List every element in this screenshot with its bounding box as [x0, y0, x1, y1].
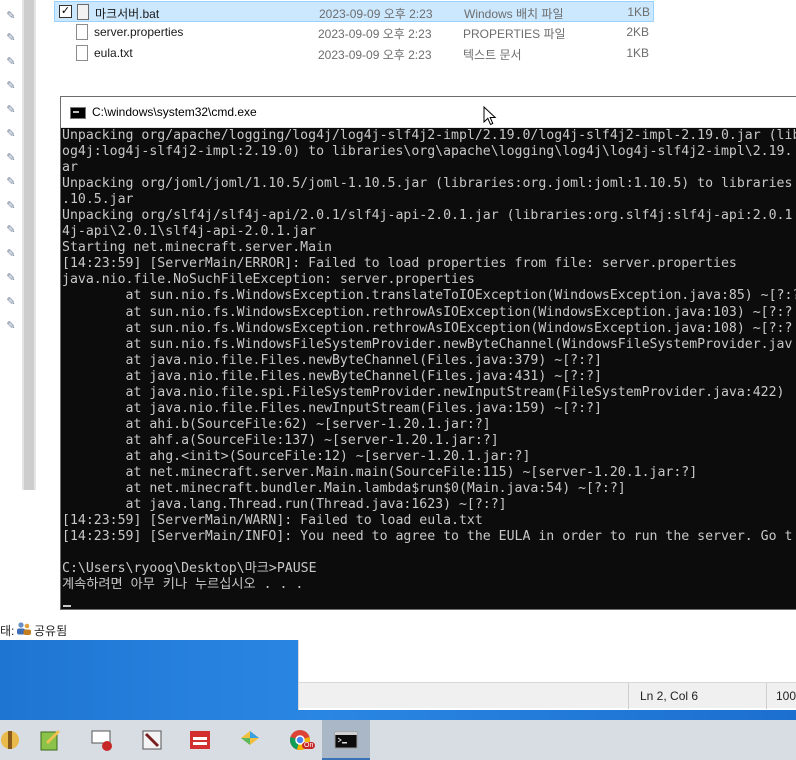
profile-badge: On: [302, 742, 316, 749]
file-size: 1KB: [626, 46, 649, 60]
console-line: at sun.nio.fs.WindowsException.rethrowAs…: [62, 320, 793, 336]
pin-icon[interactable]: ✎: [5, 176, 17, 188]
console-line: ar: [62, 160, 78, 176]
console-line: at ahf.a(SourceFile:137) ~[server-1.20.1…: [62, 432, 499, 448]
console-output[interactable]: Unpacking org/apache/logging/log4j/log4j…: [61, 128, 796, 608]
console-line: at java.nio.file.Files.newByteChannel(Fi…: [62, 352, 602, 368]
pin-icon[interactable]: ✎: [5, 272, 17, 284]
console-line: at net.minecraft.bundler.Main.lambda$run…: [62, 481, 626, 497]
zoom-level: 100: [776, 689, 796, 703]
console-line: at java.nio.file.Files.newByteChannel(Fi…: [62, 368, 602, 384]
console-line: at ahi.b(SourceFile:62) ~[server-1.20.1.…: [62, 416, 491, 432]
console-line: Unpacking org/slf4j/slf4j-api/2.0.1/slf4…: [62, 208, 793, 224]
text-file-icon: [76, 45, 88, 61]
console-line: [14:23:59] [ServerMain/WARN]: Failed to …: [62, 513, 483, 529]
pin-icon[interactable]: ✎: [5, 56, 17, 68]
file-name: 마크서버.bat: [95, 7, 160, 21]
sharing-status: 공유됨: [34, 624, 68, 638]
file-row-server-properties[interactable]: server.properties 2023-09-09 오후 2:23 PRO…: [54, 22, 654, 43]
taskbar-item-red-app[interactable]: [176, 720, 224, 760]
console-line: at sun.nio.fs.WindowsException.translate…: [62, 288, 796, 304]
pin-icon[interactable]: ✎: [5, 248, 17, 260]
pin-icon[interactable]: ✎: [5, 152, 17, 164]
file-select-checkbox[interactable]: ✓: [59, 5, 72, 18]
screen-recorder-icon: [91, 730, 112, 751]
notepad-plus-icon: [40, 730, 60, 751]
console-line: at java.lang.Thread.run(Thread.java:1623…: [62, 497, 507, 513]
taskbar-item-screen-recorder[interactable]: [78, 720, 126, 760]
file-type: Windows 배치 파일: [464, 7, 564, 21]
file-date: 2023-09-09 오후 2:23: [319, 7, 433, 21]
notepad-status-bar: Ln 2, Col 6 100: [299, 682, 796, 709]
window-title: C:\windows\system32\cmd.exe: [92, 105, 257, 119]
pin-icon[interactable]: ✎: [5, 224, 17, 236]
cmd-titlebar[interactable]: C:\windows\system32\cmd.exe: [61, 97, 796, 128]
pin-icon[interactable]: ✎: [5, 104, 17, 116]
taskbar-item-paint-tool[interactable]: [128, 720, 176, 760]
windows-logo-icon: [241, 731, 259, 745]
taskbar-item-windows-logo[interactable]: [226, 720, 274, 760]
file-type: PROPERTIES 파일: [463, 27, 566, 41]
pin-icon[interactable]: ✎: [5, 200, 17, 212]
console-line: at sun.nio.fs.WindowsFileSystemProvider.…: [62, 336, 793, 352]
batch-file-icon: [77, 4, 89, 20]
red-app-icon: [190, 731, 210, 749]
file-name: eula.txt: [94, 46, 133, 60]
file-date: 2023-09-09 오후 2:23: [318, 27, 432, 41]
console-line: at net.minecraft.server.Main.main(Source…: [62, 464, 698, 480]
console-line: 4j-api\2.0.1\slf4j-api-2.0.1.jar: [62, 224, 317, 240]
console-line: [14:23:59] [ServerMain/ERROR]: Failed to…: [62, 256, 737, 272]
status-label: 태:: [0, 624, 15, 638]
taskbar-item-notepad-plus[interactable]: [26, 720, 74, 760]
setup-wizard-icon: [1, 731, 19, 749]
pin-icon[interactable]: ✎: [5, 32, 17, 44]
pin-icon[interactable]: ✎: [5, 296, 17, 308]
pin-icon[interactable]: ✎: [5, 80, 17, 92]
console-line: at java.nio.file.Files.newInputStream(Fi…: [62, 400, 602, 416]
console-line: .10.5.jar: [62, 192, 134, 208]
file-size: 2KB: [626, 25, 649, 39]
console-line: java.nio.file.NoSuchFileException: serve…: [62, 272, 475, 288]
paint-tool-icon: [142, 730, 162, 750]
console-line: at ahg.<init>(SourceFile:12) ~[server-1.…: [62, 448, 531, 464]
quick-access-pane: ✎ ✎ ✎ ✎ ✎ ✎ ✎ ✎ ✎ ✎ ✎ ✎ ✎ ✎: [0, 0, 22, 500]
file-row-eula[interactable]: eula.txt 2023-09-09 오후 2:23 텍스트 문서 1KB: [54, 43, 654, 64]
file-type: 텍스트 문서: [463, 48, 522, 62]
console-line: at java.nio.file.spi.FileSystemProvider.…: [62, 384, 785, 400]
console-line: Unpacking org/apache/logging/log4j/log4j…: [62, 128, 796, 143]
console-line: og4j:log4j-slf4j2-impl:2.19.0) to librar…: [62, 144, 793, 160]
text-cursor: [63, 605, 71, 607]
nav-pane-scrollbar[interactable]: [22, 0, 36, 490]
file-list: ✓ 마크서버.bat 2023-09-09 오후 2:23 Windows 배치…: [40, 0, 660, 66]
cmd-window[interactable]: C:\windows\system32\cmd.exe Unpacking or…: [60, 96, 796, 610]
console-line: Starting net.minecraft.server.Main: [62, 240, 332, 256]
file-size: 1KB: [627, 5, 650, 19]
console-line: Unpacking org/joml/joml/1.10.5/joml-1.10…: [62, 176, 793, 192]
console-icon: [70, 107, 86, 119]
share-users-icon: [17, 622, 31, 635]
pin-icon[interactable]: ✎: [5, 128, 17, 140]
file-name: server.properties: [94, 25, 184, 39]
taskbar: On: [0, 720, 796, 760]
taskbar-item-chrome[interactable]: On: [276, 720, 324, 760]
cmd-icon: [334, 731, 358, 749]
properties-file-icon: [76, 24, 88, 40]
cursor-position: Ln 2, Col 6: [640, 689, 699, 703]
console-line: at sun.nio.fs.WindowsException.rethrowAs…: [62, 304, 793, 320]
status-separator: [628, 683, 629, 709]
pin-icon[interactable]: ✎: [5, 10, 17, 22]
scrollbar-thumb[interactable]: [24, 0, 34, 490]
taskbar-item-cmd[interactable]: [322, 720, 370, 760]
explorer-status-bar: 태: 공유됨: [0, 619, 300, 639]
pin-icon[interactable]: ✎: [5, 320, 17, 332]
console-line: C:\Users\ryoog\Desktop\마크>PAUSE: [62, 561, 317, 577]
status-separator: [766, 683, 767, 709]
console-line: 계속하려면 아무 키나 누르십시오 . . .: [62, 577, 304, 593]
file-date: 2023-09-09 오후 2:23: [318, 48, 432, 62]
mouse-pointer-icon: [483, 106, 497, 126]
file-row-bat[interactable]: ✓ 마크서버.bat 2023-09-09 오후 2:23 Windows 배치…: [54, 1, 654, 22]
notepad-window: Ln 2, Col 6 100: [298, 640, 796, 710]
console-line: [14:23:59] [ServerMain/INFO]: You need t…: [62, 529, 793, 545]
